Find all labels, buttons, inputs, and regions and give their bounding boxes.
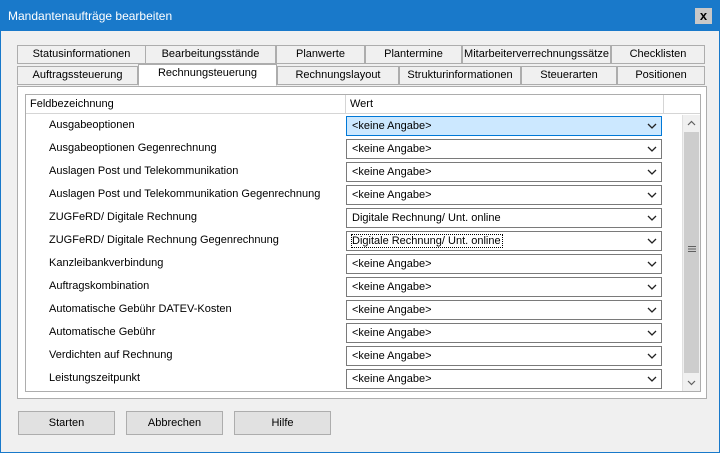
tab-auftragssteuerung[interactable]: Auftragssteuerung (17, 66, 138, 85)
field-label: Leistungszeitpunkt (49, 372, 141, 384)
grid-row: Ausgabeoptionen <keine Angabe> (26, 115, 682, 138)
chevron-down-icon[interactable] (647, 212, 657, 224)
tab-rechnungsteuerung[interactable]: Rechnungsteuerung (138, 64, 277, 86)
grid-row: Auslagen Post und Telekommunikation Gege… (26, 184, 682, 207)
grid-row: Kanzleibankverbindung <keine Angabe> (26, 253, 682, 276)
field-label: Ausgabeoptionen (49, 119, 135, 131)
chevron-down-icon[interactable] (647, 281, 657, 293)
tab-statusinformationen[interactable]: Statusinformationen (17, 45, 146, 64)
window-title: Mandantenaufträge bearbeiten (8, 9, 173, 23)
chevron-down-icon[interactable] (647, 143, 657, 155)
start-button[interactable]: Starten (18, 411, 115, 435)
field-label: Ausgabeoptionen Gegenrechnung (49, 142, 217, 154)
chevron-down-icon[interactable] (647, 327, 657, 339)
field-label: Kanzleibankverbindung (49, 257, 164, 269)
grid-row: Ausgabeoptionen Gegenrechnung <keine Anga… (26, 138, 682, 161)
grid-row: Verdichten auf Rechnung <keine Angabe> (26, 345, 682, 368)
tab-rechnungslayout[interactable]: Rechnungslayout (277, 66, 399, 85)
dropdown-selected-value: Digitale Rechnung/ Unt. online (351, 234, 503, 248)
grid-row: ZUGFeRD/ Digitale Rechnung Gegenrechnung… (26, 230, 682, 253)
grid-row: Auslagen Post und Telekommunikation <kein… (26, 161, 682, 184)
column-header-feldbezeichnung[interactable]: Feldbezeichnung (26, 95, 346, 114)
grid-header: Feldbezeichnung Wert (26, 95, 700, 114)
tab-bearbeitungsstande[interactable]: Bearbeitungsstände (145, 45, 276, 64)
dropdown-selected-value: <keine Angabe> (352, 304, 432, 316)
chevron-down-icon[interactable] (647, 189, 657, 201)
grid-row: ZUGFeRD/ Digitale Rechnung Digitale Rechn… (26, 207, 682, 230)
chevron-down-icon[interactable] (647, 235, 657, 247)
grid-row: Automatische Gebühr DATEV-Kosten <keine A… (26, 299, 682, 322)
column-header-wert[interactable]: Wert (346, 95, 664, 114)
tab-plantermine[interactable]: Plantermine (365, 45, 462, 64)
value-dropdown[interactable]: <keine Angabe> (346, 346, 662, 366)
dropdown-selected-value: <keine Angabe> (352, 120, 432, 132)
chevron-down-icon[interactable] (647, 350, 657, 362)
tab-strukturinformationen[interactable]: Strukturinformationen (399, 66, 521, 85)
chevron-down-icon[interactable] (647, 373, 657, 385)
dropdown-selected-value: <keine Angabe> (352, 327, 432, 339)
property-grid: Feldbezeichnung Wert Ausgabeoptionen <kei… (25, 94, 701, 392)
dropdown-selected-value: <keine Angabe> (352, 281, 432, 293)
dropdown-selected-value: <keine Angabe> (352, 166, 432, 178)
vertical-scrollbar[interactable] (682, 115, 700, 391)
value-dropdown[interactable]: Digitale Rechnung/ Unt. online (346, 208, 662, 228)
chevron-down-icon[interactable] (647, 120, 657, 132)
field-label: ZUGFeRD/ Digitale Rechnung Gegenrechnung (49, 234, 279, 246)
field-label: Auslagen Post und Telekommunikation (49, 165, 239, 177)
dropdown-selected-value: Digitale Rechnung/ Unt. online (352, 212, 501, 224)
close-button[interactable]: x (695, 8, 712, 24)
tab-checklisten[interactable]: Checklisten (611, 45, 705, 64)
field-label: Auftragskombination (49, 280, 150, 292)
field-label: Automatische Gebühr DATEV-Kosten (49, 303, 232, 315)
grid-row: Leistungszeitpunkt <keine Angabe> (26, 368, 682, 391)
field-label: ZUGFeRD/ Digitale Rechnung (49, 211, 197, 223)
grid-row: Auftragskombination <keine Angabe> (26, 276, 682, 299)
scroll-down-button[interactable] (683, 374, 700, 391)
dropdown-selected-value: <keine Angabe> (352, 373, 432, 385)
value-dropdown[interactable]: <keine Angabe> (346, 300, 662, 320)
tab-steuerarten[interactable]: Steuerarten (521, 66, 617, 85)
scroll-up-button[interactable] (683, 115, 700, 132)
dropdown-selected-value: <keine Angabe> (352, 143, 432, 155)
chevron-down-icon[interactable] (647, 166, 657, 178)
tab-planwerte[interactable]: Planwerte (276, 45, 365, 64)
value-dropdown[interactable]: <keine Angabe> (346, 185, 662, 205)
title-bar[interactable]: Mandantenaufträge bearbeiten x (1, 1, 719, 31)
grip-icon (688, 246, 696, 252)
dropdown-selected-value: <keine Angabe> (352, 350, 432, 362)
chevron-down-icon[interactable] (647, 258, 657, 270)
dropdown-selected-value: <keine Angabe> (352, 189, 432, 201)
value-dropdown[interactable]: <keine Angabe> (346, 369, 662, 389)
field-label: Automatische Gebühr (49, 326, 156, 338)
tab-positionen[interactable]: Positionen (617, 66, 705, 85)
value-dropdown[interactable]: Digitale Rechnung/ Unt. online (346, 231, 662, 251)
value-dropdown[interactable]: <keine Angabe> (346, 139, 662, 159)
tab-mitarbeiterverrechnungssatze[interactable]: Mitarbeiterverrechnungssätze (462, 45, 611, 64)
tab-panel-rechnungsteuerung: Feldbezeichnung Wert Ausgabeoptionen <kei… (17, 86, 707, 399)
value-dropdown[interactable]: <keine Angabe> (346, 116, 662, 136)
help-button[interactable]: Hilfe (234, 411, 331, 435)
dropdown-selected-value: <keine Angabe> (352, 258, 432, 270)
value-dropdown[interactable]: <keine Angabe> (346, 254, 662, 274)
grid-row: Automatische Gebühr <keine Angabe> (26, 322, 682, 345)
value-dropdown[interactable]: <keine Angabe> (346, 277, 662, 297)
value-dropdown[interactable]: <keine Angabe> (346, 162, 662, 182)
value-dropdown[interactable]: <keine Angabe> (346, 323, 662, 343)
scroll-thumb[interactable] (684, 132, 699, 373)
chevron-down-icon (687, 380, 696, 386)
chevron-down-icon[interactable] (647, 304, 657, 316)
field-label: Verdichten auf Rechnung (49, 349, 173, 361)
dialog-window: Mandantenaufträge bearbeiten x Statusinf… (0, 0, 720, 453)
field-label: Auslagen Post und Telekommunikation Gege… (49, 188, 321, 200)
chevron-up-icon (687, 120, 696, 126)
cancel-button[interactable]: Abbrechen (126, 411, 223, 435)
